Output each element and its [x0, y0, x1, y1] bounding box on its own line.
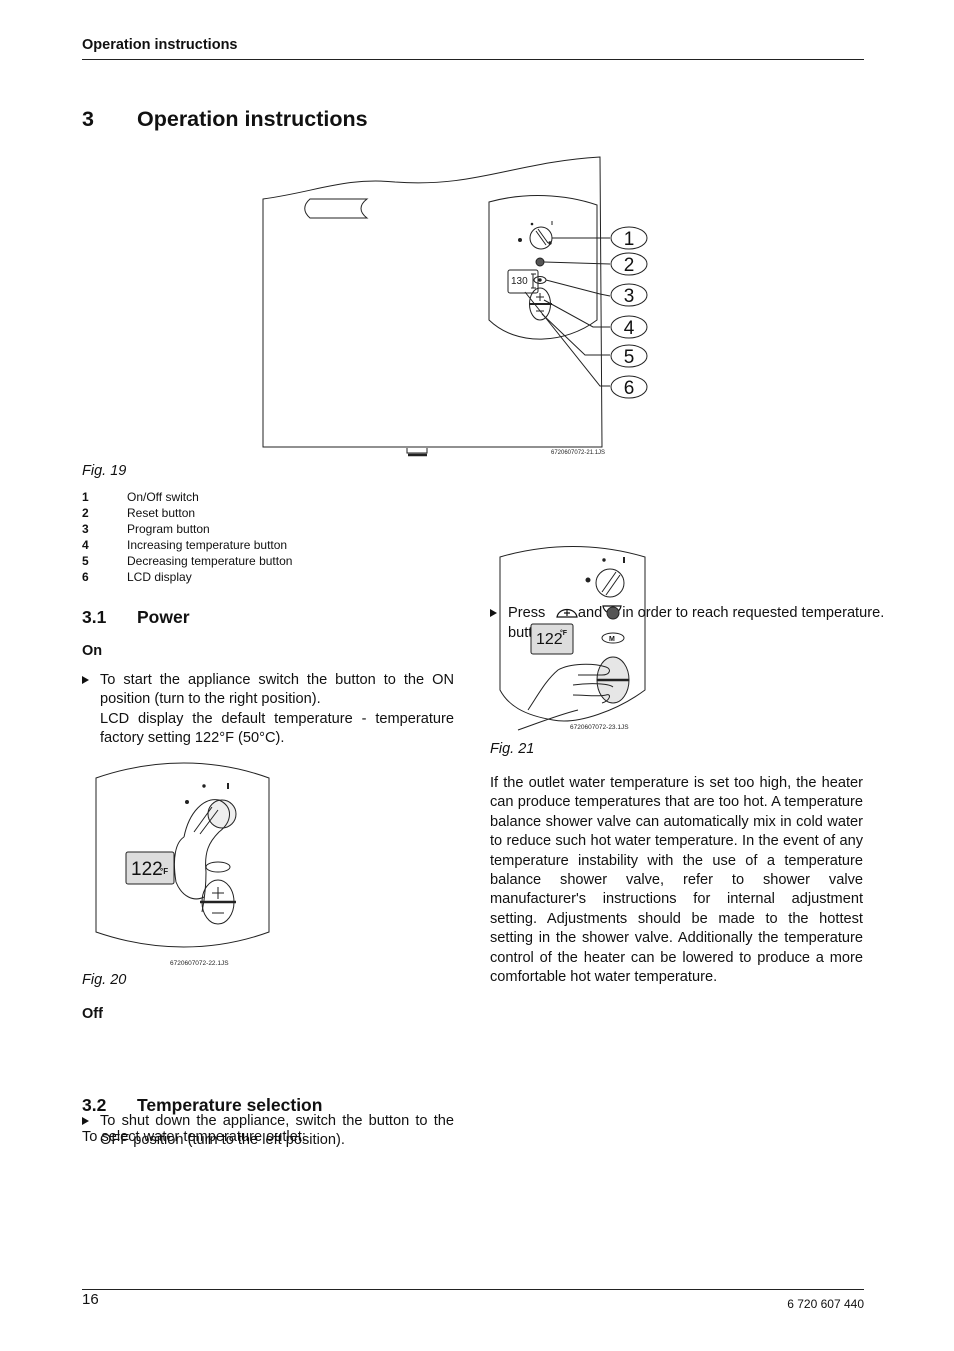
callout-3: 3: [624, 286, 635, 307]
fig19-caption: Fig. 19: [82, 463, 127, 479]
svg-text:°F: °F: [160, 867, 168, 876]
legend-item: 5 Decreasing temperature button: [82, 554, 293, 568]
fig21-code: 6720607072-23.1JS: [570, 724, 629, 731]
temperature-warning-paragraph: If the outlet water temperature is set t…: [490, 775, 863, 986]
fig20-caption: Fig. 20: [82, 972, 127, 988]
fig21-caption: Fig. 21: [490, 741, 535, 757]
svg-text:122: 122: [536, 631, 563, 648]
bullet-arrow-icon: [82, 676, 89, 684]
footer-rule: [82, 1289, 864, 1290]
running-header: Operation instructions: [82, 37, 238, 53]
legend-item: 2 Reset button: [82, 506, 196, 520]
callout-2: 2: [624, 255, 635, 276]
callout-1: 1: [624, 229, 635, 250]
svg-text:°F: °F: [560, 629, 568, 637]
page-number: 16: [82, 1291, 99, 1308]
svg-text:130: 130: [511, 276, 528, 287]
header-rule: [82, 59, 864, 60]
fig20-code: 6720607072-22.1JS: [170, 960, 229, 967]
fig19-legend: 1 On/Off switch 2 Reset button 3 Program bu…: [82, 489, 292, 585]
on-instruction: To start the appliance switch the button…: [82, 671, 454, 749]
svg-text:122: 122: [131, 859, 163, 880]
fig19-illustration: 130 1 2 3 4 5 6 6720607072-21.1JS: [255, 152, 655, 457]
temperature-intro: To select water temperature outlet:: [82, 1129, 306, 1145]
off-heading: Off: [82, 1006, 103, 1022]
legend-item: 4 Increasing temperature button: [82, 538, 288, 552]
bullet-arrow-icon: [82, 1116, 89, 1125]
section-3-1-heading: 3.1 Power: [82, 607, 190, 627]
fig19-callouts: [610, 226, 648, 399]
callout-5: 5: [624, 347, 635, 368]
bullet-arrow-icon: [490, 609, 497, 618]
section-3-2-heading: 3.2 Temperature selection: [82, 1095, 323, 1115]
chapter-title-text: Operation instructions: [137, 107, 368, 131]
document-number: 6 720 607 440: [787, 1297, 864, 1311]
callout-6: 6: [624, 378, 635, 399]
chapter-number: 3: [82, 107, 94, 131]
fig21-illustration: M 122 °F 6720607072-23.1JS: [498, 545, 658, 735]
legend-item: 6 LCD display: [82, 570, 192, 584]
fig19-code: 6720607072-21.1JS: [551, 450, 605, 456]
svg-text:M: M: [609, 636, 615, 643]
callout-4: 4: [624, 318, 635, 339]
chapter-title: 3 Operation instructions: [82, 107, 368, 132]
on-heading: On: [82, 643, 103, 659]
legend-item: 1 On/Off switch: [82, 490, 199, 504]
legend-item: 3 Program button: [82, 522, 210, 536]
fig20-illustration: 122 °F 6720607072-22.1JS: [94, 762, 274, 967]
